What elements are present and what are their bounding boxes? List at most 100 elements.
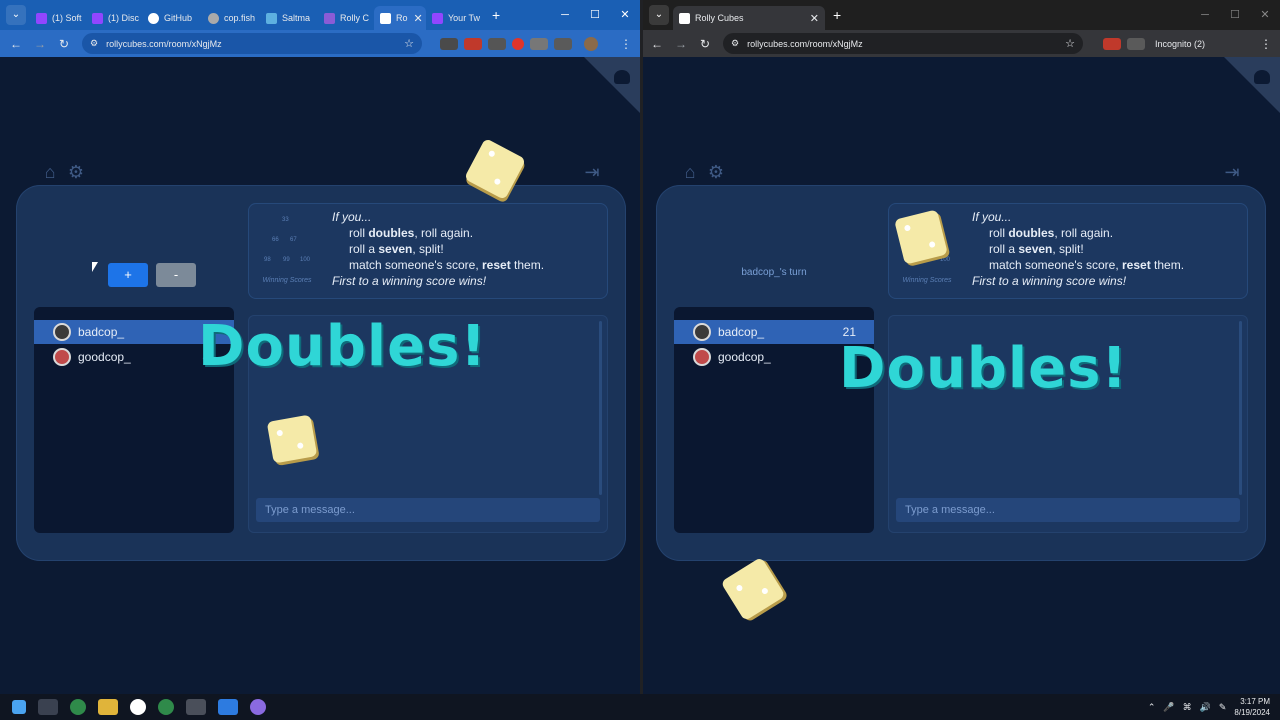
chat-input[interactable] <box>256 498 600 522</box>
doubles-banner: Doubles! <box>839 336 1128 401</box>
bookmark-star-icon[interactable]: ☆ <box>404 37 414 50</box>
saltmarsh-icon <box>266 12 277 24</box>
forward-icon[interactable]: → <box>669 37 693 51</box>
microphone-icon[interactable]: 🎤 <box>1163 702 1174 713</box>
clock[interactable]: 3:17 PM 8/19/2024 <box>1234 696 1270 718</box>
tab-5[interactable]: Saltma <box>260 6 318 30</box>
tab-6[interactable]: Rolly C <box>318 6 374 30</box>
forward-icon[interactable]: → <box>28 37 52 51</box>
incognito-indicator[interactable]: Incognito (2) <box>1155 39 1205 49</box>
tab-2[interactable]: (1) Disc <box>86 6 142 30</box>
ublock-icon[interactable] <box>464 37 482 50</box>
tab-search-button[interactable]: ⌄ <box>649 5 669 25</box>
tab-4[interactable]: cop.fish <box>202 6 260 30</box>
site-info-icon[interactable]: ⚙ <box>90 38 98 49</box>
volume-icon[interactable]: 🔊 <box>1200 702 1211 713</box>
windows-start-icon[interactable] <box>12 700 26 714</box>
rolly-cubes-icon <box>380 12 391 24</box>
puzzle-icon[interactable] <box>1127 37 1145 50</box>
ublock-icon[interactable] <box>1103 37 1121 50</box>
gear-icon[interactable]: ⚙ <box>66 162 86 182</box>
exit-icon[interactable]: ⇥ <box>582 162 602 182</box>
address-bar[interactable]: ⚙ rollycubes.com/room/xNgjMz ☆ <box>82 33 422 54</box>
tab-active[interactable]: Rolly Cubes ✕ <box>673 6 825 30</box>
minimize-icon[interactable]: ─ <box>1190 0 1220 30</box>
winning-scores-diagram: 33 66 67 98 99 100 <box>264 217 311 263</box>
close-window-icon[interactable]: ✕ <box>610 0 640 30</box>
maximize-icon[interactable]: ☐ <box>1220 0 1250 30</box>
chrome-icon[interactable] <box>70 699 86 715</box>
turn-indicator: badcop_'s turn <box>741 267 807 278</box>
extension-icon[interactable] <box>512 37 524 50</box>
new-tab-button[interactable]: + <box>833 7 841 23</box>
close-tab-icon[interactable]: ✕ <box>804 12 819 25</box>
new-tab-button[interactable]: + <box>492 7 500 23</box>
tab-8[interactable]: Your Tw <box>426 6 484 30</box>
profile-avatar[interactable] <box>584 36 598 51</box>
tab-search-button[interactable]: ⌄ <box>6 5 26 25</box>
tab-active[interactable]: Ro ✕ <box>374 6 426 30</box>
windows-taskbar: ⌃ 🎤 ⌘ 🔊 ✎ 3:17 PM 8/19/2024 <box>0 694 1280 720</box>
maximize-icon[interactable]: ☐ <box>580 0 610 30</box>
mouse-cursor <box>92 262 98 272</box>
avatar <box>693 323 711 341</box>
task-view-icon[interactable] <box>38 699 58 715</box>
exit-icon[interactable]: ⇥ <box>1222 162 1242 182</box>
home-icon[interactable]: ⌂ <box>40 162 60 182</box>
tab-3[interactable]: GitHub <box>142 6 202 30</box>
back-icon[interactable]: ← <box>645 37 669 51</box>
obs-icon[interactable] <box>250 699 266 715</box>
close-window-icon[interactable]: ✕ <box>1250 0 1280 30</box>
browser-toolbar: ← → ↻ ⚙ rollycubes.com/room/xNgjMz ☆ Inc… <box>643 30 1280 57</box>
rules-text: If you... roll doubles, roll again. roll… <box>332 210 545 288</box>
app-icon[interactable] <box>130 699 146 715</box>
puzzle-icon[interactable] <box>554 37 572 50</box>
menu-icon[interactable]: ⋮ <box>1260 37 1272 51</box>
github-corner[interactable] <box>584 57 640 113</box>
extension-icon[interactable] <box>530 37 548 50</box>
github-octocat-icon <box>1254 70 1270 84</box>
home-icon[interactable]: ⌂ <box>680 162 700 182</box>
vscode-icon[interactable] <box>218 699 238 715</box>
twitch-icon <box>92 12 103 24</box>
back-icon[interactable]: ← <box>4 37 28 51</box>
site-info-icon[interactable]: ⚙ <box>731 38 739 49</box>
chat-input[interactable] <box>896 498 1240 522</box>
terminal-icon[interactable] <box>186 699 206 715</box>
file-explorer-icon[interactable] <box>98 699 118 715</box>
chrome-icon[interactable] <box>158 699 174 715</box>
reload-icon[interactable]: ↻ <box>52 37 76 51</box>
chat-scrollbar[interactable] <box>599 321 602 495</box>
rolly-icon <box>324 12 335 24</box>
left-browser-window: ⌄ (1) Soft (1) Disc GitHub cop.fish Salt… <box>0 0 640 694</box>
minimize-icon[interactable]: ─ <box>550 0 580 30</box>
address-bar[interactable]: ⚙ rollycubes.com/room/xNgjMz ☆ <box>723 33 1083 54</box>
tab-1[interactable]: (1) Soft <box>30 6 86 30</box>
turn-area: + - <box>34 203 234 313</box>
gear-icon[interactable]: ⚙ <box>706 162 726 182</box>
twitch-icon <box>36 12 47 24</box>
github-octocat-icon <box>614 70 630 84</box>
add-button[interactable]: + <box>108 263 148 287</box>
extension-icon[interactable] <box>488 37 506 50</box>
globe-icon <box>208 12 219 24</box>
pen-icon[interactable]: ✎ <box>1219 702 1227 713</box>
right-browser-window: ⌄ Rolly Cubes ✕ + ─ ☐ ✕ ← → ↻ ⚙ rollycube… <box>643 0 1280 694</box>
chat-scrollbar[interactable] <box>1239 321 1242 495</box>
chevron-up-icon[interactable]: ⌃ <box>1148 702 1156 713</box>
reload-icon[interactable]: ↻ <box>693 37 717 51</box>
github-corner[interactable] <box>1224 57 1280 113</box>
doubles-banner: Doubles! <box>198 314 487 379</box>
avatar <box>53 348 71 366</box>
close-tab-icon[interactable]: ✕ <box>408 12 423 25</box>
extension-icon[interactable] <box>440 37 458 50</box>
bookmark-star-icon[interactable]: ☆ <box>1065 37 1075 50</box>
rules-text: If you... roll doubles, roll again. roll… <box>972 210 1185 288</box>
subtract-button[interactable]: - <box>156 263 196 287</box>
menu-icon[interactable]: ⋮ <box>620 37 632 51</box>
turn-area: badcop_'s turn <box>674 203 874 313</box>
network-icon[interactable]: ⌘ <box>1183 702 1192 713</box>
rules-panel: 33 66 67 98 99 100 Winning Scores If you… <box>248 203 608 299</box>
browser-toolbar: ← → ↻ ⚙ rollycubes.com/room/xNgjMz ☆ ⋮ <box>0 30 640 57</box>
tab-bar: ⌄ (1) Soft (1) Disc GitHub cop.fish Salt… <box>0 0 640 30</box>
